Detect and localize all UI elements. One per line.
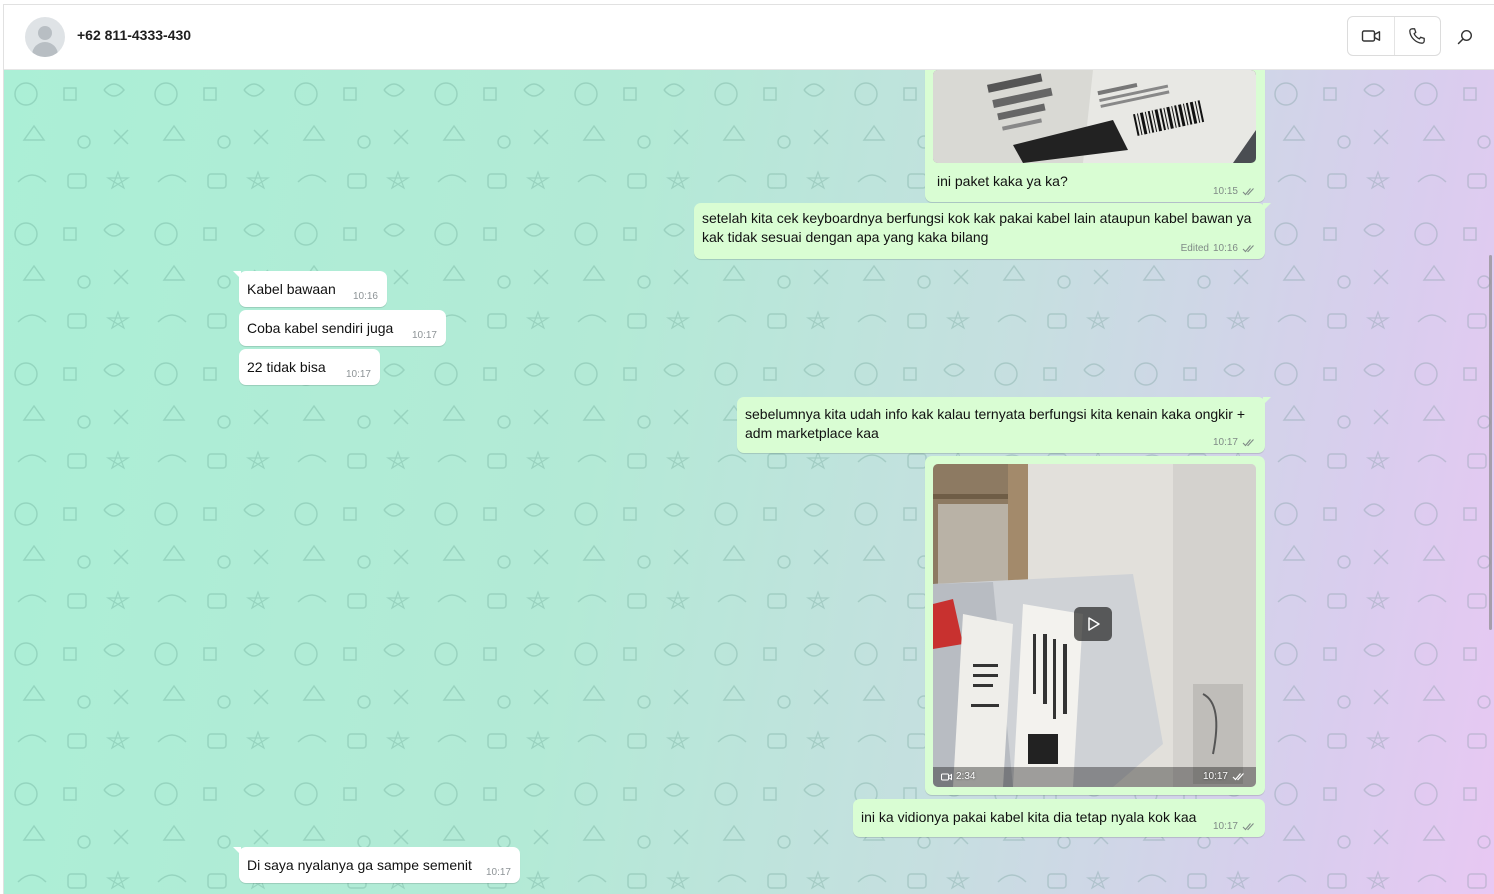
message-meta: 10:17 (486, 867, 511, 878)
message-image-outgoing[interactable]: ini paket kaka ya ka? 10:15 (925, 70, 1265, 202)
contact-name[interactable]: +62 811-4333-430 (77, 27, 191, 43)
voice-call-button[interactable] (1393, 17, 1441, 55)
message-text: sebelumnya kita udah info kak kalau tern… (745, 406, 1246, 441)
video-thumbnail[interactable]: 2:34 10:17 (933, 464, 1256, 787)
message-time: 10:17 (1202, 771, 1228, 782)
message-meta: Edited 10:16 (1181, 243, 1256, 254)
play-icon (1088, 617, 1100, 631)
duration-text: 2:34 (956, 771, 976, 782)
message-incoming[interactable]: 22 tidak bisa 10:17 (239, 349, 380, 385)
edited-label: Edited (1180, 243, 1209, 254)
message-time: 10:17 (345, 369, 371, 380)
chat-window: +62 811-4333-430 ini paket kaka ya ka? 1… (3, 4, 1494, 894)
bubble-tail (1263, 203, 1271, 211)
message-meta: 10:17 (346, 369, 371, 380)
call-button-group (1347, 16, 1441, 56)
bubble-tail (1263, 397, 1271, 405)
bubble-tail (233, 271, 241, 279)
message-text: Coba kabel sendiri juga (247, 320, 394, 336)
message-incoming[interactable]: Di saya nyalanya ga sampe semenit 10:17 (233, 847, 520, 883)
message-meta: 10:16 (353, 291, 378, 302)
read-ticks-icon (1242, 188, 1254, 196)
message-time: 10:17 (411, 330, 437, 341)
message-meta: 10:15 (1213, 186, 1256, 197)
message-outgoing[interactable]: setelah kita cek keyboardnya berfungsi k… (694, 203, 1271, 259)
read-ticks-icon (1242, 245, 1254, 253)
video-camera-icon (941, 773, 952, 780)
message-incoming[interactable]: Kabel bawaan 10:16 (233, 271, 387, 307)
chat-scrollbar[interactable] (1489, 255, 1492, 630)
message-meta: 10:17 (412, 330, 437, 341)
message-list[interactable]: ini paket kaka ya ka? 10:15 setelah kita… (4, 70, 1494, 894)
message-time: 10:16 (352, 291, 378, 302)
chat-header: +62 811-4333-430 (4, 5, 1494, 70)
voice-call-icon (1409, 28, 1426, 44)
message-time: 10:15 (1212, 186, 1238, 197)
play-button[interactable] (1074, 607, 1112, 641)
avatar-head (38, 26, 52, 40)
message-time: 10:17 (485, 867, 511, 878)
package-photo-image (933, 70, 1256, 163)
search-button[interactable] (1453, 25, 1477, 49)
message-outgoing[interactable]: sebelumnya kita udah info kak kalau tern… (737, 397, 1271, 453)
package-photo[interactable] (933, 70, 1256, 163)
message-meta: 10:17 (1213, 437, 1256, 448)
message-meta: 10:17 (1213, 821, 1256, 832)
message-text: ini ka vidionya pakai kabel kita dia tet… (861, 809, 1197, 825)
video-call-button[interactable] (1348, 17, 1394, 55)
read-ticks-icon (1242, 439, 1254, 447)
message-incoming[interactable]: Coba kabel sendiri juga 10:17 (239, 310, 446, 346)
video-call-icon (1361, 30, 1380, 42)
wallpaper-pattern (4, 70, 1494, 894)
read-ticks-icon (1242, 823, 1254, 831)
message-time: 10:16 (1212, 243, 1238, 254)
bubble-tail (233, 847, 241, 855)
read-ticks-icon (1232, 773, 1244, 781)
message-text: Di saya nyalanya ga sampe semenit (247, 857, 472, 873)
message-meta: 10:17 (1203, 771, 1246, 782)
message-text: setelah kita cek keyboardnya berfungsi k… (702, 210, 1252, 245)
image-caption: ini paket kaka ya ka? (937, 173, 1068, 189)
message-outgoing[interactable]: ini ka vidionya pakai kabel kita dia tet… (853, 799, 1265, 837)
message-time: 10:17 (1212, 437, 1238, 448)
message-video-outgoing[interactable]: 2:34 10:17 (925, 456, 1265, 795)
avatar-body (32, 42, 58, 57)
video-duration: 2:34 (941, 771, 975, 782)
message-time: 10:17 (1212, 821, 1238, 832)
contact-avatar[interactable] (25, 17, 65, 57)
search-icon (1457, 29, 1473, 45)
